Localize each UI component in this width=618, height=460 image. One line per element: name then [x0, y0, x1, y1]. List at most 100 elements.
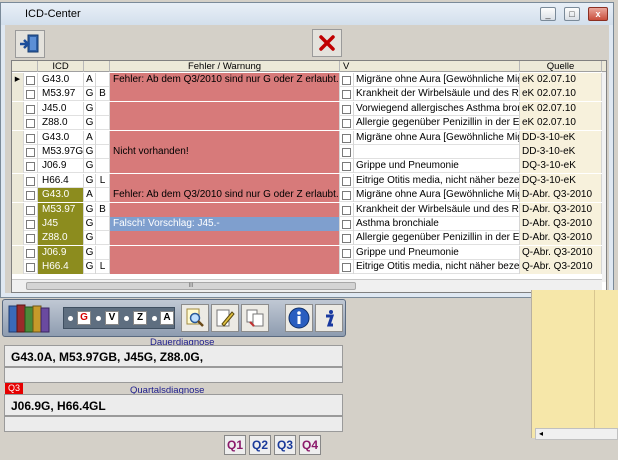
checkbox-box[interactable] [342, 90, 351, 100]
icd-code-cell[interactable]: Z88.0 [38, 116, 84, 131]
edit-button[interactable] [211, 304, 239, 332]
checkbox-box[interactable] [26, 148, 35, 157]
checkbox-box[interactable] [342, 248, 351, 258]
row-indicator[interactable] [12, 260, 24, 275]
checkbox-box[interactable] [26, 234, 35, 244]
table-row[interactable]: G43.0 A Fehler: Ab dem Q3/2010 sind nur G … [12, 188, 606, 203]
table-row[interactable]: M53.97G G Nicht vorhanden! DD-3-10-eK [12, 145, 606, 159]
row-checkbox[interactable] [24, 116, 38, 131]
table-row[interactable]: M53.97 G B Krankheit der Wirbelsäule und de… [12, 87, 606, 102]
checkbox-box[interactable] [342, 263, 351, 273]
icd-code-cell[interactable]: J45 [38, 217, 84, 231]
vertical-scrollbar[interactable] [602, 72, 606, 282]
side-cell[interactable] [96, 188, 110, 203]
table-row[interactable]: Z88.0 G Allergie gegenüber Penizillin in d… [12, 116, 606, 131]
row-checkbox[interactable] [24, 231, 38, 246]
row-checkbox[interactable] [24, 202, 38, 217]
v-checkbox[interactable] [340, 202, 354, 217]
table-row[interactable]: G43.0A Migräne ohne Aura [Gewöhnliche Mig… [12, 130, 606, 145]
checkbox-box[interactable] [26, 220, 35, 229]
side-cell[interactable] [96, 145, 110, 159]
row-checkbox[interactable] [24, 173, 38, 188]
row-indicator[interactable] [12, 188, 24, 203]
row-checkbox[interactable] [24, 145, 38, 159]
checkbox-box[interactable] [26, 176, 35, 186]
row-indicator[interactable] [12, 145, 24, 159]
filter-a[interactable]: A [160, 311, 174, 325]
dauerdiagnose-field[interactable]: G43.0A, M53.97GB, J45G, Z88.0G, [4, 345, 343, 367]
quarter-4-button[interactable]: Q4 [299, 435, 321, 455]
diagnosis-type-cell[interactable]: A [84, 130, 96, 145]
row-checkbox[interactable] [24, 73, 38, 87]
quarter-3-button[interactable]: Q3 [274, 435, 296, 455]
checkbox-box[interactable] [342, 76, 351, 85]
icd-code-cell[interactable]: M53.97 [38, 202, 84, 217]
side-cell[interactable]: B [96, 87, 110, 102]
header-error[interactable]: Fehler / Warnung [110, 61, 340, 72]
icd-code-cell[interactable]: H66.4 [38, 260, 84, 275]
icd-code-cell[interactable]: Z88.0 [38, 231, 84, 246]
diagnosis-type-cell[interactable]: G [84, 101, 96, 116]
row-checkbox[interactable] [24, 217, 38, 231]
table-row[interactable]: H66.4 G L Eitrige Otitis media, nicht näher… [12, 260, 606, 275]
row-indicator[interactable] [12, 130, 24, 145]
minimize-button[interactable]: _ [540, 7, 556, 21]
row-indicator[interactable] [12, 231, 24, 246]
v-checkbox[interactable] [340, 217, 354, 231]
diagnosis-type-cell[interactable]: A [84, 73, 96, 87]
quartalsdiagnose-field[interactable]: J06.9G, H66.4GL [4, 394, 343, 416]
checkbox-box[interactable] [342, 119, 351, 129]
row-indicator[interactable] [12, 245, 24, 260]
row-indicator[interactable] [12, 159, 24, 174]
checkbox-box[interactable] [342, 191, 351, 201]
books-button[interactable] [7, 303, 55, 333]
side-cell[interactable]: L [96, 260, 110, 275]
close-button[interactable]: x [588, 7, 608, 21]
diagnosis-type-cell[interactable]: G [84, 202, 96, 217]
delete-button[interactable] [312, 29, 342, 57]
details-button[interactable] [315, 304, 343, 332]
checkbox-box[interactable] [26, 248, 35, 258]
side-cell[interactable] [96, 73, 110, 87]
checkbox-box[interactable] [26, 263, 35, 273]
icd-code-cell[interactable]: J45.0 [38, 101, 84, 116]
checkbox-box[interactable] [26, 104, 35, 114]
row-indicator[interactable] [12, 116, 24, 131]
row-checkbox[interactable] [24, 130, 38, 145]
v-checkbox[interactable] [340, 245, 354, 260]
side-cell[interactable]: L [96, 173, 110, 188]
v-checkbox[interactable] [340, 116, 354, 131]
icd-code-cell[interactable]: H66.4 [38, 173, 84, 188]
header-icd[interactable]: ICD [38, 61, 84, 72]
scroll-thumb[interactable]: III [26, 282, 356, 290]
checkbox-box[interactable] [342, 234, 351, 244]
diagnosis-type-cell[interactable]: G [84, 173, 96, 188]
icd-code-cell[interactable]: M53.97 [38, 87, 84, 102]
table-row[interactable]: J06.9 G Grippe und Pneumonie DQ-3-10-eK [12, 159, 606, 174]
side-cell[interactable] [96, 116, 110, 131]
v-checkbox[interactable] [340, 159, 354, 174]
icd-code-cell[interactable]: G43.0 [38, 188, 84, 203]
right-panel-scrollbar[interactable]: ◂ [535, 428, 618, 440]
v-checkbox[interactable] [340, 188, 354, 203]
table-row[interactable]: J45 G Falsch! Vorschlag: J45.- Asthma bronc… [12, 217, 606, 231]
v-checkbox[interactable] [340, 101, 354, 116]
checkbox-box[interactable] [26, 191, 35, 201]
row-checkbox[interactable] [24, 87, 38, 102]
row-indicator[interactable] [12, 173, 24, 188]
checkbox-box[interactable] [26, 90, 35, 100]
side-cell[interactable] [96, 130, 110, 145]
icd-code-cell[interactable]: G43.0 [38, 73, 84, 87]
header-source[interactable]: Quelle [520, 61, 602, 72]
table-row[interactable]: J45.0 G Vorwiegend allergisches Asthma bro… [12, 101, 606, 116]
diagnosis-type-cell[interactable]: G [84, 231, 96, 246]
v-checkbox[interactable] [340, 130, 354, 145]
table-row[interactable]: H66.4 G L Eitrige Otitis media, nicht näher… [12, 173, 606, 188]
table-row[interactable]: J06.9 G Grippe und Pneumonie Q-Abr. Q3-2010 [12, 245, 606, 260]
row-checkbox[interactable] [24, 188, 38, 203]
side-cell[interactable]: B [96, 202, 110, 217]
checkbox-box[interactable] [26, 119, 35, 129]
v-checkbox[interactable] [340, 87, 354, 102]
filter-g[interactable]: G [77, 311, 91, 325]
checkbox-box[interactable] [342, 220, 351, 229]
